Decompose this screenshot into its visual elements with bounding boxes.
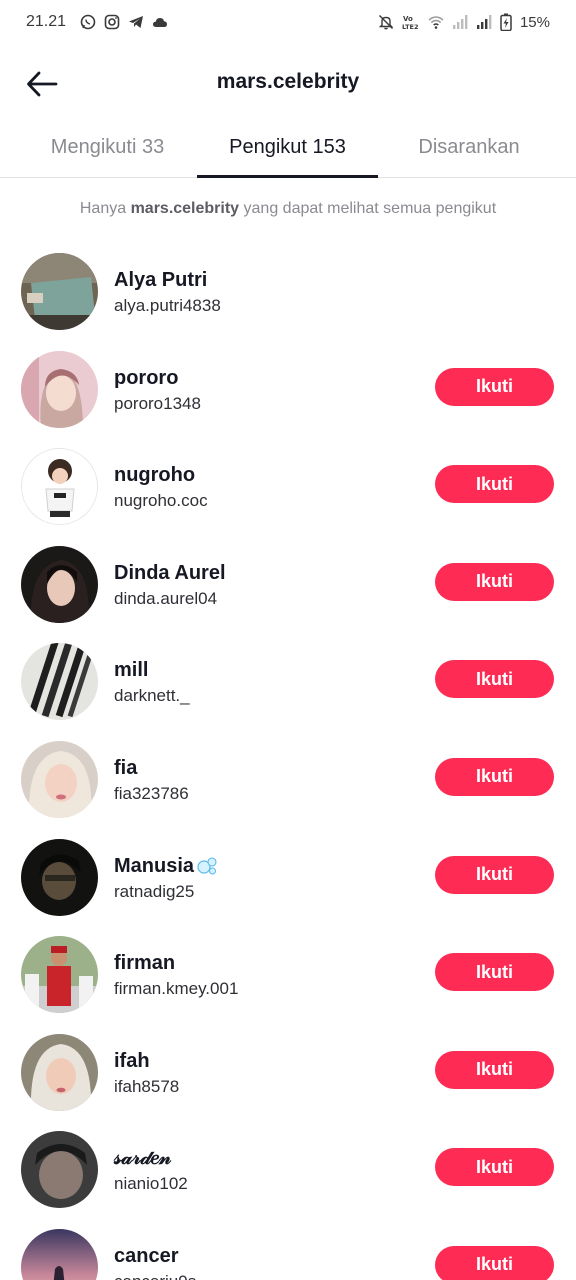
svg-text:LTE2: LTE2 xyxy=(402,23,418,30)
follower-name: nugroho xyxy=(114,464,196,487)
list-item[interactable]: 𝓈𝒶𝓇𝒹𝑒𝓃 nianio102 Ikuti xyxy=(0,1121,576,1219)
avatar[interactable] xyxy=(21,253,98,330)
battery-charging-icon xyxy=(500,13,512,31)
follower-username: nianio102 xyxy=(114,1174,188,1194)
list-item[interactable]: nugroho nugroho.coc Ikuti xyxy=(0,438,576,536)
avatar[interactable] xyxy=(21,1033,98,1111)
follower-username: dinda.aurel04 xyxy=(114,588,218,608)
follower-name: 𝓈𝒶𝓇𝒹𝑒𝓃 xyxy=(114,1147,172,1170)
privacy-note-suffix: yang dapat melihat semua pengikut xyxy=(239,200,497,217)
follow-button[interactable]: Ikuti xyxy=(435,562,554,601)
status-left: 21.21 xyxy=(26,13,168,31)
follow-button[interactable]: Ikuti xyxy=(435,855,554,894)
avatar[interactable] xyxy=(21,350,98,428)
follower-name-text: Manusia xyxy=(114,854,195,877)
header: mars.celebrity xyxy=(0,56,576,112)
status-time: 21.21 xyxy=(26,13,67,30)
avatar[interactable] xyxy=(21,545,98,623)
signal-icon xyxy=(452,15,468,29)
instagram-icon xyxy=(104,14,120,30)
avatar[interactable] xyxy=(21,448,98,526)
signal-icon xyxy=(476,15,492,29)
privacy-note-account[interactable]: mars.celebrity xyxy=(131,200,240,217)
telegram-icon xyxy=(129,16,144,28)
privacy-note: Hanya mars.celebrity yang dapat melihat … xyxy=(0,200,576,218)
follow-button[interactable]: Ikuti xyxy=(435,1148,554,1187)
follow-button[interactable]: Ikuti xyxy=(435,465,554,504)
tab-following[interactable]: Mengikuti 33 xyxy=(20,124,195,178)
follow-button[interactable]: Ikuti xyxy=(435,1245,554,1280)
privacy-note-prefix: Hanya xyxy=(79,200,131,217)
follow-button[interactable]: Ikuti xyxy=(435,757,554,796)
follow-button[interactable]: Ikuti xyxy=(435,367,554,406)
list-item[interactable]: firman firman.kmey.001 Ikuti xyxy=(0,926,576,1024)
follower-username: nugroho.coc xyxy=(114,491,208,511)
follower-name: Alya Putri xyxy=(114,269,208,291)
wifi-icon xyxy=(428,16,444,29)
follower-username: darknett._ xyxy=(114,686,190,706)
avatar[interactable] xyxy=(21,1228,98,1280)
list-item[interactable]: cancer cancerju9s Ikuti xyxy=(0,1219,576,1280)
list-item[interactable]: Dinda Aurel dinda.aurel04 Ikuti xyxy=(0,536,576,634)
follower-name: Dinda Aurel xyxy=(114,561,226,584)
list-item[interactable]: Manusia ratnadig25 Ikuti xyxy=(0,829,576,927)
battery-percent: 15% xyxy=(519,13,550,31)
svg-text:Vo: Vo xyxy=(403,15,413,23)
avatar[interactable] xyxy=(21,643,98,721)
follower-name: Manusia xyxy=(114,855,218,878)
follower-list: Alya Putri alya.putri4838 pororo pororo1… xyxy=(0,243,576,1280)
follower-username: fia323786 xyxy=(114,783,189,803)
follower-username: cancerju9s xyxy=(114,1272,196,1280)
mute-bell-icon xyxy=(378,14,394,30)
avatar[interactable] xyxy=(21,1131,98,1209)
follower-username: firman.kmey.001 xyxy=(114,979,239,999)
follow-button[interactable]: Ikuti xyxy=(435,1050,554,1089)
avatar[interactable] xyxy=(21,936,98,1014)
follow-button[interactable]: Ikuti xyxy=(435,953,554,992)
avatar[interactable] xyxy=(21,740,98,818)
volte-icon: VoLTE2 xyxy=(402,15,418,30)
follower-username: alya.putri4838 xyxy=(114,296,221,315)
active-tab-indicator xyxy=(197,175,378,178)
cloud-icon xyxy=(153,18,168,27)
page-title: mars.celebrity xyxy=(216,70,360,93)
whatsapp-icon xyxy=(80,14,96,30)
follower-username: ratnadig25 xyxy=(114,881,195,901)
status-right: Vo LTE2 15% xyxy=(378,13,550,31)
follower-username: pororo1348 xyxy=(114,393,201,413)
follower-name: pororo xyxy=(114,366,179,389)
follower-username: ifah8578 xyxy=(114,1076,180,1096)
follow-button[interactable]: Ikuti xyxy=(435,660,554,699)
tab-bar: Mengikuti 33 Pengikut 153 Disarankan xyxy=(0,124,576,178)
follower-name: mill xyxy=(114,659,149,682)
follower-name: fia xyxy=(114,756,138,779)
list-item[interactable]: mill darknett._ Ikuti xyxy=(0,633,576,731)
list-item[interactable]: Alya Putri alya.putri4838 xyxy=(0,243,576,341)
list-item[interactable]: ifah ifah8578 Ikuti xyxy=(0,1024,576,1122)
avatar[interactable] xyxy=(21,838,98,916)
list-item[interactable]: pororo pororo1348 Ikuti xyxy=(0,341,576,439)
follower-name: ifah xyxy=(114,1049,150,1072)
tab-followers[interactable]: Pengikut 153 xyxy=(197,124,378,178)
bubbles-icon xyxy=(197,857,217,875)
follower-name: cancer xyxy=(114,1244,179,1267)
tab-suggested[interactable]: Disarankan xyxy=(384,124,554,178)
follower-name: firman xyxy=(114,952,176,975)
list-item[interactable]: fia fia323786 Ikuti xyxy=(0,731,576,829)
status-bar: 21.21 Vo LTE2 15% xyxy=(0,0,576,44)
